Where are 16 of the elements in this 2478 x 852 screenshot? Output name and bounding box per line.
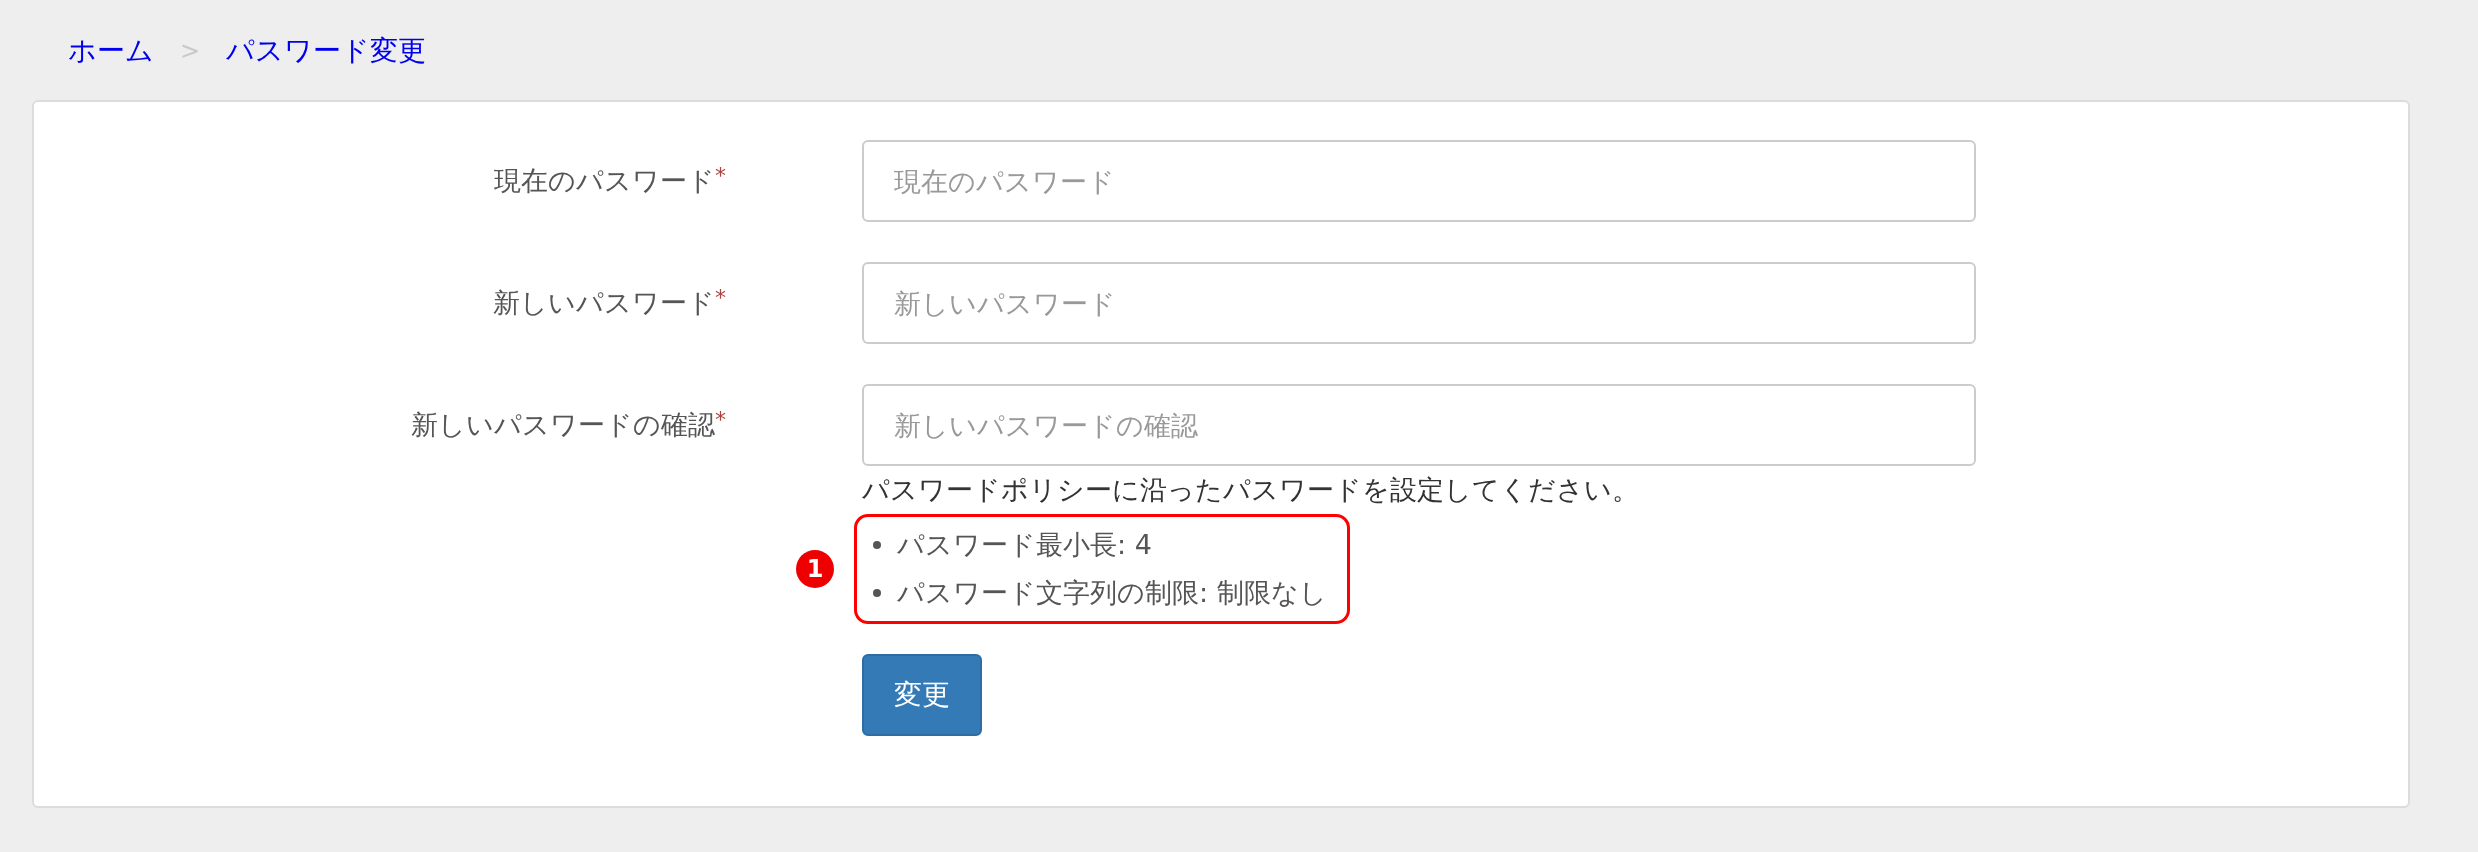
field-label: 新しいパスワード* [492, 285, 727, 320]
password-field[interactable]: 新しいパスワード [862, 262, 1976, 344]
field-label: 現在のパスワード* [493, 163, 727, 198]
breadcrumb-link[interactable]: パスワード変更 [226, 32, 427, 70]
annotation-badge: 1 [796, 550, 834, 588]
policy-item: パスワード最小長: 4 [897, 528, 1152, 562]
bullet-icon [873, 541, 881, 549]
password-field[interactable]: 新しいパスワードの確認 [862, 384, 1976, 466]
field-label: 新しいパスワードの確認* [410, 407, 727, 442]
breadcrumb-link[interactable]: ホーム [68, 32, 154, 70]
password-field[interactable]: 現在のパスワード [862, 140, 1976, 222]
help-text: パスワードポリシーに沿ったパスワードを設定してください。 [862, 473, 1640, 507]
breadcrumb-separator: > [180, 37, 201, 65]
policy-item: パスワード文字列の制限: 制限なし [897, 576, 1327, 610]
bullet-icon [873, 589, 881, 597]
submit-button[interactable]: 変更 [862, 654, 982, 736]
